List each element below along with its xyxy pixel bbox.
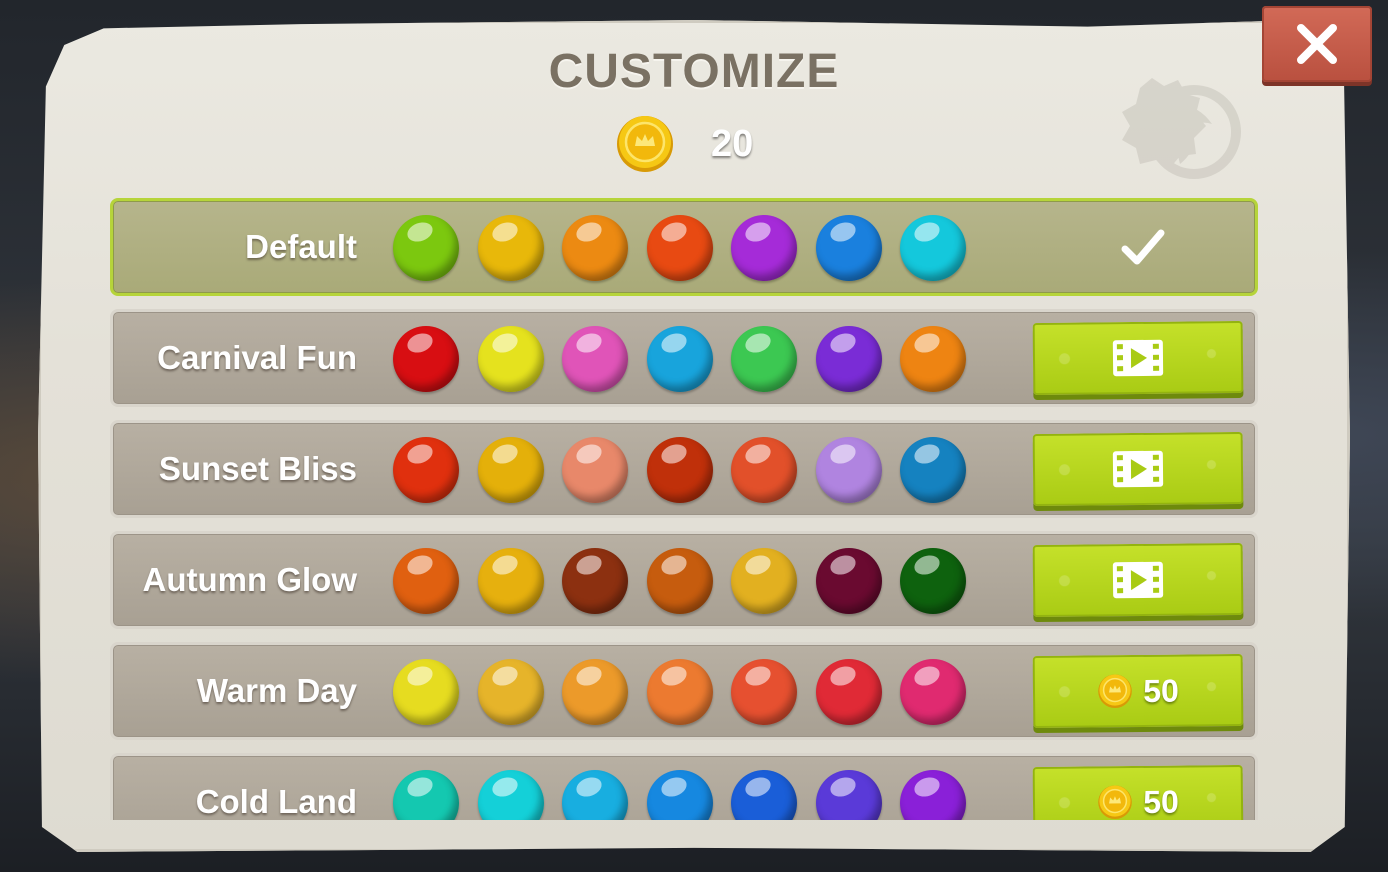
color-ball	[731, 770, 797, 820]
color-ball	[393, 548, 459, 614]
color-ball	[393, 659, 459, 725]
color-ball	[731, 326, 797, 392]
color-ball	[477, 659, 544, 725]
gold-coin-icon	[617, 116, 673, 172]
theme-row[interactable]: Autumn Glow	[110, 531, 1258, 629]
color-ball	[562, 215, 628, 281]
color-ball	[900, 437, 966, 503]
color-ball	[900, 548, 966, 614]
color-ball	[562, 326, 628, 392]
color-ball	[900, 326, 966, 392]
color-ball	[477, 215, 544, 281]
theme-name: Autumn Glow	[142, 561, 357, 598]
price-tag: 50	[1097, 672, 1179, 710]
video-reel-icon	[1112, 561, 1164, 599]
coin-count: 20	[711, 122, 754, 165]
theme-row[interactable]: Cold Land 50	[110, 753, 1258, 820]
watch-video-button[interactable]	[1032, 320, 1244, 396]
price-label: 50	[1143, 783, 1179, 820]
theme-name: Sunset Bliss	[158, 450, 357, 487]
color-ball	[646, 215, 713, 281]
color-ball	[562, 659, 628, 725]
color-ball	[900, 215, 966, 281]
theme-name: Default	[245, 228, 357, 265]
theme-row[interactable]: Carnival Fun	[110, 309, 1258, 407]
watch-video-button[interactable]	[1032, 542, 1244, 618]
buy-with-coins-button[interactable]: 50	[1032, 764, 1244, 820]
color-ball	[815, 215, 882, 281]
color-ball	[477, 437, 544, 503]
color-ball	[815, 770, 882, 820]
color-ball	[900, 659, 966, 725]
color-ball	[815, 548, 882, 614]
theme-row[interactable]: Sunset Bliss	[110, 420, 1258, 518]
color-ball	[646, 770, 713, 820]
color-ball	[393, 770, 459, 820]
color-ball	[477, 548, 544, 614]
color-ball	[646, 548, 713, 614]
video-reel-icon	[1112, 450, 1164, 488]
page-title: CUSTOMIZE	[548, 45, 840, 98]
color-ball	[815, 437, 882, 503]
color-ball	[731, 659, 797, 725]
color-ball	[731, 437, 797, 503]
price-label: 50	[1143, 672, 1179, 709]
theme-row[interactable]: Warm Day 50	[110, 642, 1258, 740]
color-ball	[646, 659, 713, 725]
color-ball	[393, 215, 459, 281]
color-ball	[646, 437, 713, 503]
color-ball	[393, 437, 459, 503]
color-ball	[731, 215, 797, 281]
color-ball	[562, 548, 628, 614]
color-ball	[815, 326, 882, 392]
gold-coin-icon	[1098, 674, 1133, 709]
color-ball	[900, 770, 966, 820]
close-icon	[1297, 24, 1337, 64]
color-ball	[815, 659, 882, 725]
video-reel-icon	[1112, 339, 1164, 377]
color-ball	[477, 326, 544, 392]
theme-name: Warm Day	[196, 672, 357, 709]
color-ball	[646, 326, 713, 392]
price-tag: 50	[1097, 783, 1179, 820]
color-ball	[562, 437, 628, 503]
checkmark-icon	[1121, 229, 1165, 265]
color-ball	[393, 326, 459, 392]
watch-video-button[interactable]	[1032, 431, 1244, 507]
theme-name: Cold Land	[195, 783, 357, 820]
theme-row[interactable]: Default	[110, 198, 1258, 296]
gold-coin-icon	[1098, 785, 1133, 820]
color-ball	[477, 770, 544, 820]
buy-with-coins-button[interactable]: 50	[1032, 653, 1244, 729]
close-button[interactable]	[1262, 6, 1372, 82]
color-ball	[562, 770, 628, 820]
theme-name: Carnival Fun	[157, 339, 357, 376]
coin-balance: 20	[615, 112, 753, 176]
theme-list[interactable]: Default Carnival Fun Sunset Bliss Autumn Gl…	[110, 198, 1258, 820]
color-ball	[731, 548, 797, 614]
